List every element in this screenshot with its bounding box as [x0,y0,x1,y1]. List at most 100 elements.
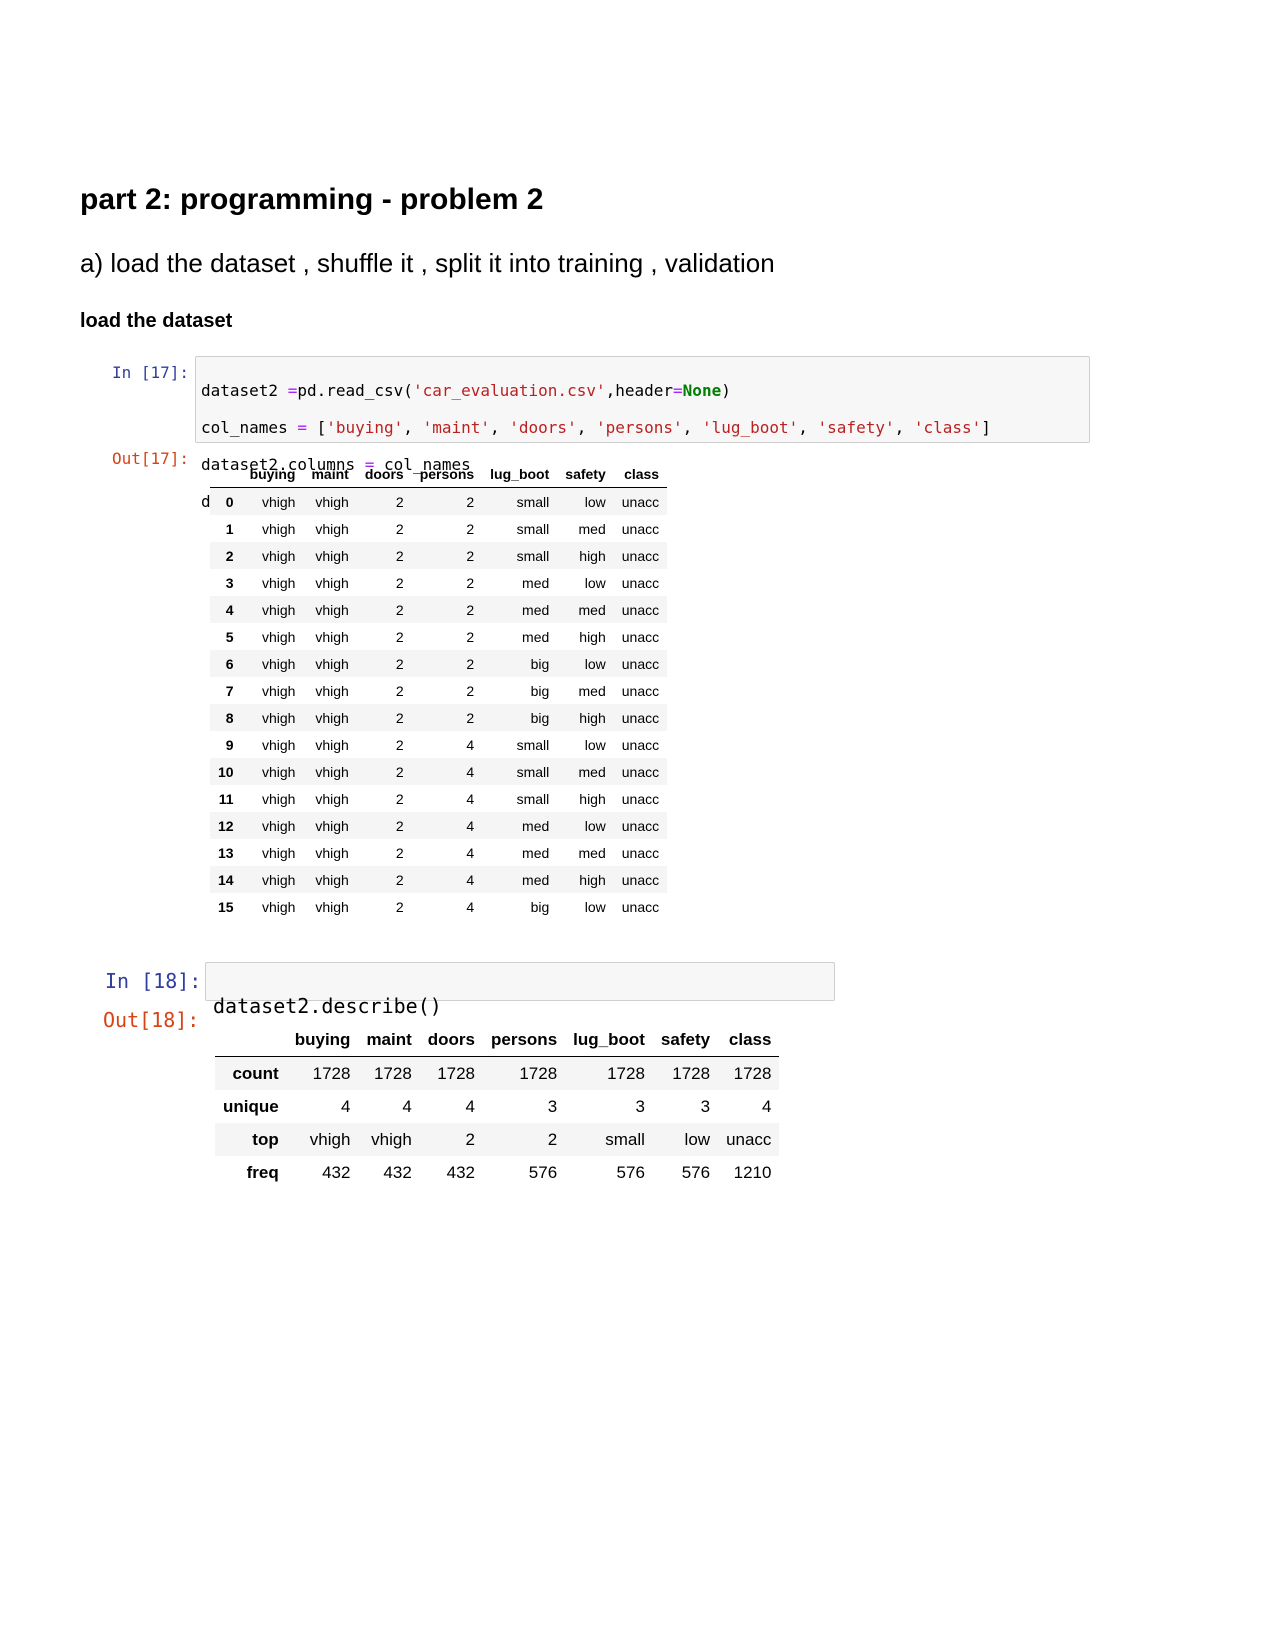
table-cell: vhigh [262,817,296,834]
table-cell: low [584,898,606,915]
table-cell: 2 [466,601,475,618]
table-cell: vhigh [315,628,349,645]
table-cell: unacc [621,790,660,807]
table-cell: vhigh [262,736,296,753]
table-cell: 2 [395,844,404,861]
table-cell: vhigh [315,574,349,591]
table-cell: 432 [322,1162,351,1182]
index-header [215,1024,287,1057]
table-cell: 4 [402,1096,412,1116]
row-index: 13 [218,844,234,861]
table-cell: 2 [466,520,475,537]
table-cell: 576 [616,1162,645,1182]
table-cell: 1728 [312,1063,351,1083]
table-cell: 576 [681,1162,711,1182]
table-cell: 2 [466,628,475,645]
table-cell: low [584,817,606,834]
table-cell: vhigh [262,790,296,807]
column-header: lug_boot [565,1024,653,1057]
table-cell: unacc [621,898,660,915]
table-cell: 2 [395,790,404,807]
table-cell: 1728 [733,1063,772,1083]
table-row: 0 vhigh vhigh 2 2 small low unacc [210,487,668,515]
table-header-row: buying maint doors persons lug_boot safety cla… [210,461,668,488]
table-cell: small [516,736,550,753]
table-cell: vhigh [262,655,296,672]
table-cell: vhigh [315,898,349,915]
table-cell: vhigh [262,493,296,510]
table-cell: 4 [466,763,475,780]
table-cell: 1210 [733,1162,772,1182]
table-cell: med [578,763,606,780]
table-cell: unacc [621,844,660,861]
table-cell: unacc [621,655,660,672]
table-cell: vhigh [371,1129,412,1149]
table-row: 9 vhigh vhigh 2 4 small low unacc [210,731,667,758]
table-cell: 2 [395,736,404,753]
row-index: 4 [225,601,234,618]
table-cell: 576 [528,1162,558,1182]
column-header: class [718,1024,780,1057]
column-header: lug_boot [482,461,558,488]
table-cell: 2 [395,682,404,699]
table-cell: 4 [466,898,475,915]
table-cell: med [522,574,550,591]
table-cell: 432 [383,1162,412,1182]
table-cell: med [522,628,550,645]
table-cell: big [530,898,550,915]
row-index: 9 [225,736,234,753]
table-cell: vhigh [315,736,349,753]
table-cell: 2 [395,520,404,537]
table-cell: unacc [621,547,660,564]
table-cell: unacc [621,520,660,537]
table-cell: vhigh [262,898,296,915]
row-index: 15 [218,898,234,915]
table-cell: med [522,871,550,888]
row-index: 1 [225,520,234,537]
table-cell: unacc [621,817,660,834]
table-cell: 2 [395,547,404,564]
table-cell: high [579,790,606,807]
table-row: freq 432 432 432 576 576 576 1210 [215,1156,779,1189]
table-cell: unacc [621,628,660,645]
table-cell: 4 [466,817,475,834]
table-cell: small [605,1129,645,1149]
table-cell: high [579,628,606,645]
row-index: 12 [218,817,234,834]
code-line: dataset2.describe() [213,994,442,1018]
table-cell: high [579,871,606,888]
table-row: 15 vhigh vhigh 2 4 big low unacc [210,893,667,920]
table-cell: low [684,1129,711,1149]
table-cell: 2 [395,817,404,834]
output-prompt-17: Out[17]: [112,449,190,468]
table-cell: small [516,493,550,510]
table-row: top vhigh vhigh 2 2 small low unacc [215,1123,780,1156]
table-cell: low [584,655,606,672]
table-cell: big [530,682,550,699]
table-cell: unacc [621,601,660,618]
head-dataframe-table: buying maint doors persons lug_boot safety cla… [210,461,668,920]
page-title: part 2: programming - problem 2 [80,183,544,216]
table-cell: unacc [621,709,660,726]
table-cell: 432 [446,1162,476,1182]
code-cell-17[interactable]: dataset2 =pd.read_csv('car_evaluation.cs… [195,356,1090,510]
table-cell: vhigh [262,682,296,699]
table-cell: vhigh [315,763,349,780]
output-prompt-18: Out[18]: [103,1008,200,1032]
table-cell: med [522,844,550,861]
column-header: doors [419,1024,484,1057]
table-cell: vhigh [262,574,296,591]
table-cell: vhigh [315,520,349,537]
table-cell: vhigh [315,790,349,807]
table-cell: med [522,601,550,618]
table-row: 7 vhigh vhigh 2 2 big med unacc [210,677,667,704]
row-index: top [252,1129,279,1149]
table-cell: vhigh [262,520,296,537]
column-header: class [613,461,668,488]
table-cell: 2 [466,682,475,699]
table-cell: unacc [621,736,660,753]
table-cell: 2 [466,493,475,510]
table-cell: 1728 [519,1063,558,1083]
section-heading: load the dataset [80,310,233,332]
code-cell-18[interactable]: dataset2.describe() [205,962,835,1018]
